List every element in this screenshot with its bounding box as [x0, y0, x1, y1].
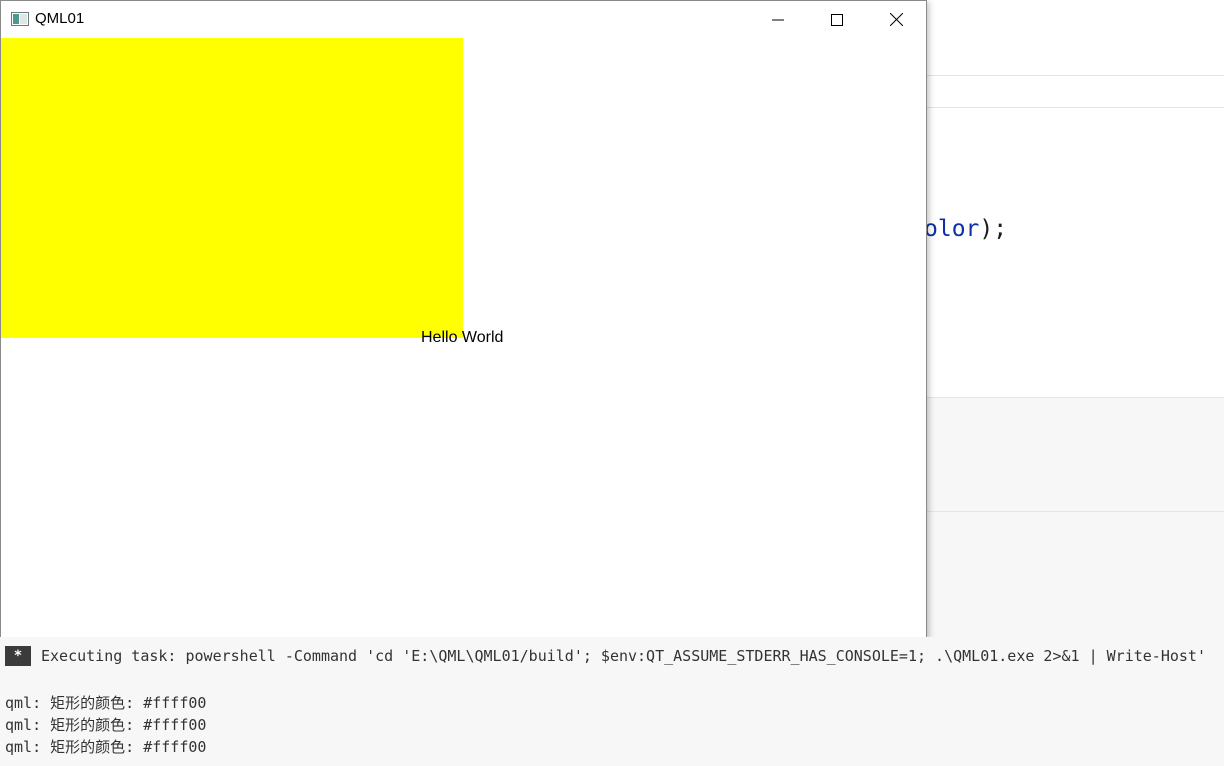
close-button[interactable] — [873, 1, 919, 38]
terminal-output-line: qml: 矩形的颜色: #ffff00 — [5, 694, 207, 712]
code-fragment: olor); — [924, 216, 1007, 242]
minimize-button[interactable] — [755, 1, 801, 38]
maximize-button[interactable] — [814, 1, 860, 38]
editor-tab-area — [926, 0, 1224, 75]
editor-breadcrumb-strip — [926, 76, 1224, 107]
task-command-text: Executing task: powershell -Command 'cd … — [41, 647, 1206, 665]
editor-panel-area — [926, 398, 1224, 511]
yellow-rectangle[interactable] — [1, 38, 463, 338]
terminal-panel[interactable]: * Executing task: powershell -Command 'c… — [0, 637, 1224, 766]
editor-code-area[interactable] — [926, 108, 1224, 397]
qml-app-window: QML01 Hello World — [0, 0, 927, 639]
terminal-output-line: qml: 矩形的颜色: #ffff00 — [5, 716, 207, 734]
code-punctuation: ); — [979, 216, 1008, 242]
terminal-output-line: qml: 矩形的颜色: #ffff00 — [5, 738, 207, 756]
minimize-icon — [772, 19, 784, 20]
close-icon — [889, 13, 903, 26]
window-titlebar[interactable]: QML01 — [1, 1, 926, 38]
maximize-icon — [831, 13, 843, 26]
task-badge: * — [5, 646, 31, 666]
code-identifier: olor — [924, 216, 980, 242]
window-title: QML01 — [35, 10, 85, 27]
editor-divider — [926, 511, 1224, 512]
qml-client-area: Hello World — [1, 38, 926, 638]
app-window-icon — [11, 12, 29, 26]
hello-world-text: Hello World — [421, 329, 504, 346]
